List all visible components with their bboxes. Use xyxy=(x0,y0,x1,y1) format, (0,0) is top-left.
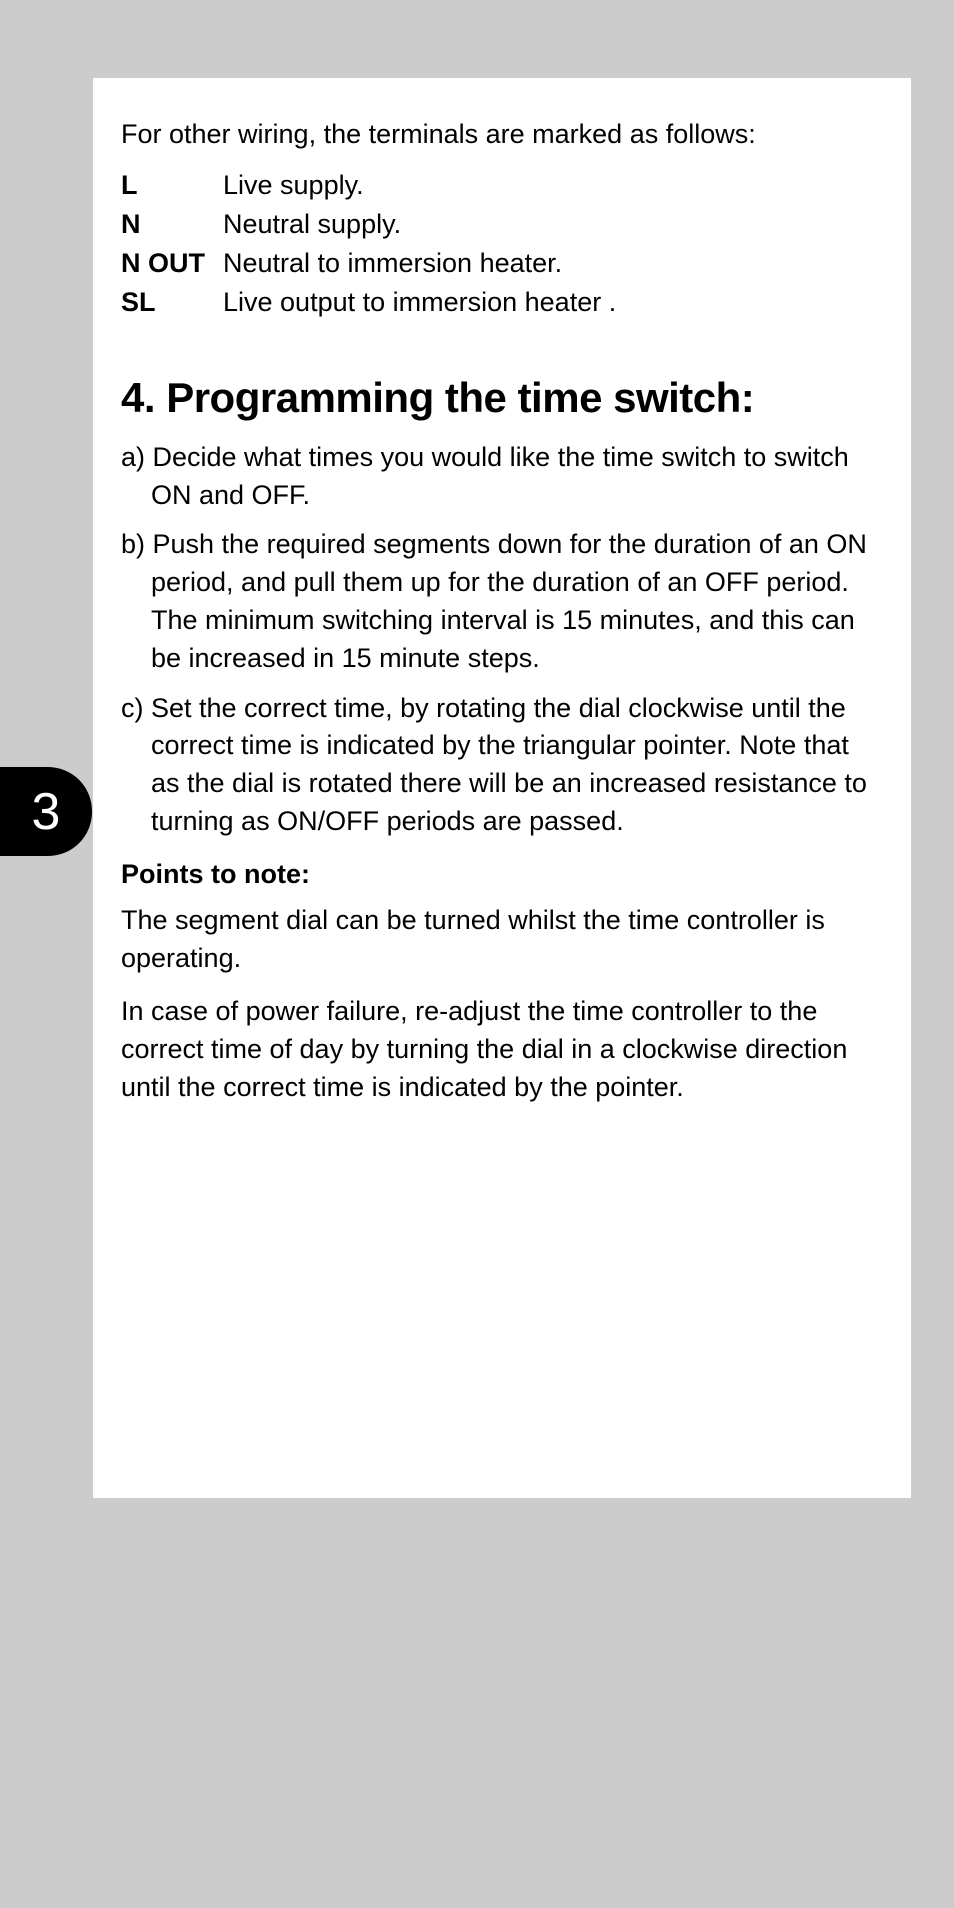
terminal-row: N OUT Neutral to immersion heater. xyxy=(121,248,616,287)
terminal-row: N Neutral supply. xyxy=(121,209,616,248)
step-item: b) Push the required segments down for t… xyxy=(121,526,883,677)
terminal-label: SL xyxy=(121,287,223,326)
step-item: a) Decide what times you would like the … xyxy=(121,439,883,515)
section-heading: 4. Programming the time switch: xyxy=(121,374,883,422)
page-number-tab: 3 xyxy=(0,767,92,856)
terminal-desc: Neutral supply. xyxy=(223,209,616,248)
terminal-desc: Live supply. xyxy=(223,170,616,209)
intro-text: For other wiring, the terminals are mark… xyxy=(121,116,883,152)
terminal-label: N OUT xyxy=(121,248,223,287)
note-paragraph: The segment dial can be turned whilst th… xyxy=(121,902,883,978)
note-paragraph: In case of power failure, re-adjust the … xyxy=(121,993,883,1106)
terminal-row: SL Live output to immersion heater . xyxy=(121,287,616,326)
terminal-desc: Neutral to immersion heater. xyxy=(223,248,616,287)
document-page: For other wiring, the terminals are mark… xyxy=(93,78,911,1498)
page-number: 3 xyxy=(32,782,61,842)
step-item: c) Set the correct time, by rotating the… xyxy=(121,690,883,841)
terminal-label: L xyxy=(121,170,223,209)
terminal-desc: Live output to immersion heater . xyxy=(223,287,616,326)
terminal-label: N xyxy=(121,209,223,248)
terminal-row: L Live supply. xyxy=(121,170,616,209)
terminal-definitions: L Live supply. N Neutral supply. N OUT N… xyxy=(121,170,616,326)
points-heading: Points to note: xyxy=(121,859,883,890)
